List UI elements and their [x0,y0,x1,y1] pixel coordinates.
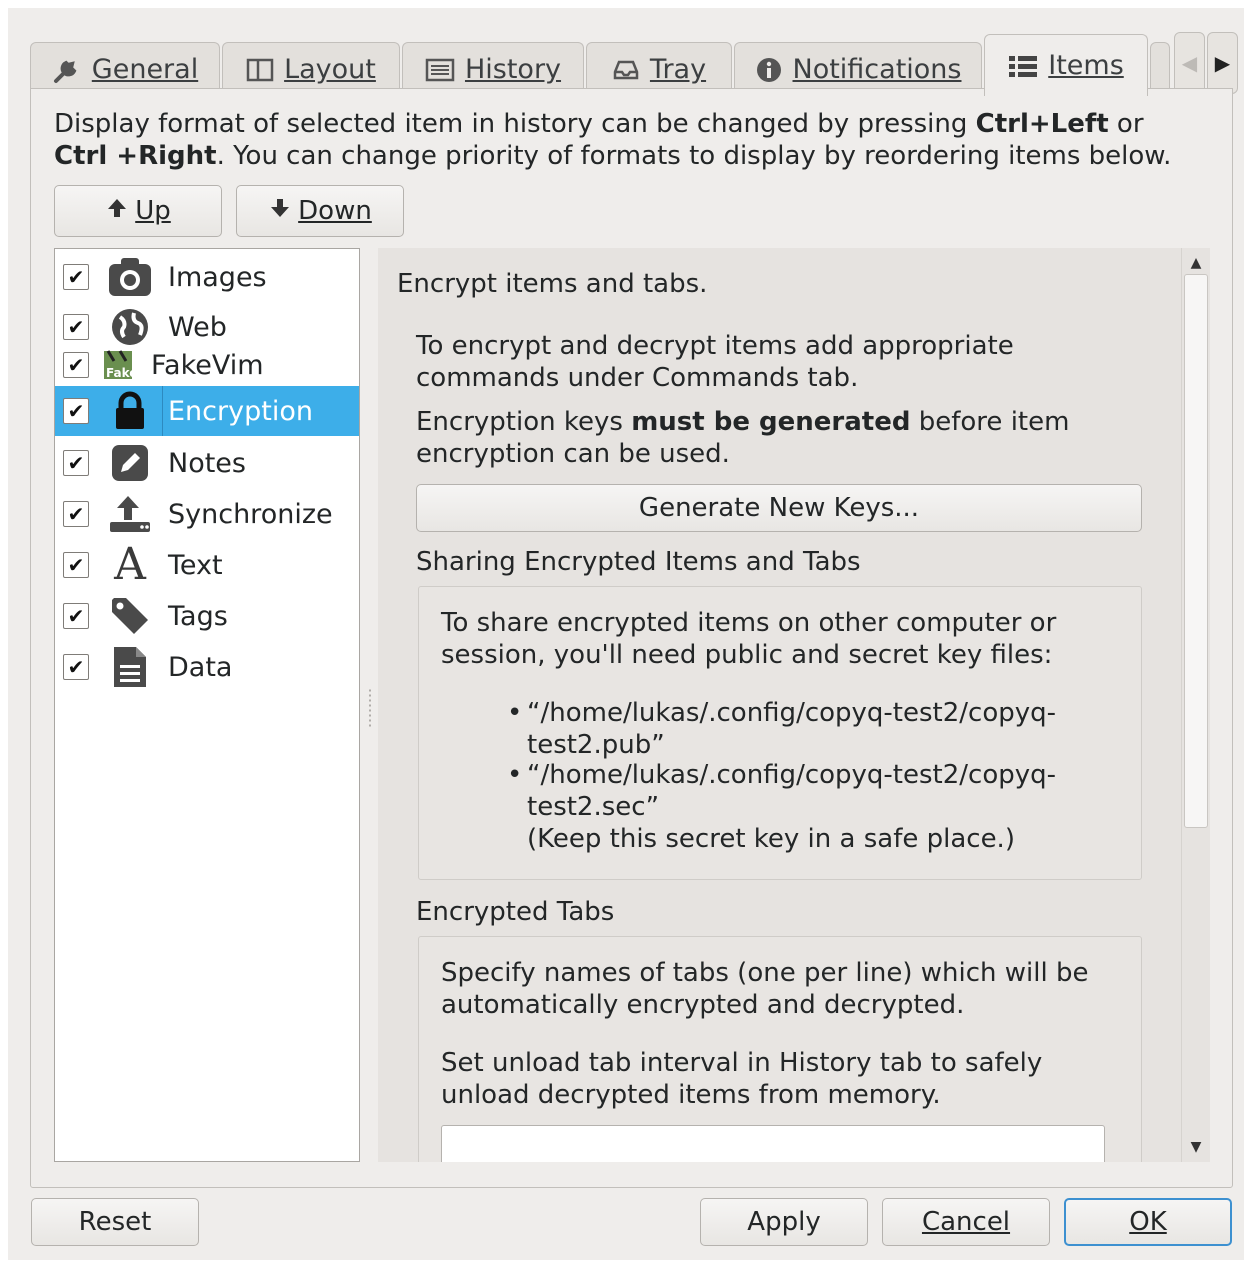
arrow-up-icon [105,196,129,227]
sec-key-path: • “/home/lukas/.config/copyq-test2/copyq-… [507,760,1057,822]
sharing-text: To share encrypted items on other comput… [441,608,1057,670]
encryption-info: To encrypt and decrypt items add appropr… [416,331,1014,393]
cancel-button[interactable]: Cancel [882,1198,1050,1246]
tab-bar: General Layout History Tray Notification… [30,34,1245,96]
list-item-text[interactable]: ✔ A Text [55,540,359,590]
tab-scroll-left-button[interactable]: ◀ [1174,32,1205,94]
list-item-images[interactable]: ✔ Images [55,252,359,302]
tags-checkbox[interactable]: ✔ [63,603,89,629]
move-up-button[interactable]: Up [54,185,222,237]
list-item-synchronize[interactable]: ✔ Synchronize [55,489,359,539]
web-checkbox[interactable]: ✔ [63,314,89,340]
svg-text:Fake: Fake [106,366,137,380]
splitter-handle[interactable] [368,688,372,728]
history-icon [425,58,455,82]
scroll-down-arrow[interactable]: ▼ [1182,1132,1210,1162]
encrypted-tabs-input[interactable] [441,1125,1105,1162]
arrow-down-icon [268,196,292,227]
list-item-fakevim[interactable]: ✔ Fake FakeVim [55,345,359,385]
sharing-title: Sharing Encrypted Items and Tabs [416,547,861,577]
encryption-checkbox[interactable]: ✔ [63,398,89,424]
generate-keys-button[interactable]: Generate New Keys... [416,484,1142,532]
list-item-encryption[interactable]: ✔ Encryption [55,386,359,436]
plugin-list[interactable]: ✔ Images ✔ Web ✔ Fake FakeVim ✔ Encrypti… [54,248,360,1162]
pub-key-path: • “/home/lukas/.config/copyq-test2/copyq-… [507,698,1057,760]
move-down-button[interactable]: Down [236,185,404,237]
encryption-settings-pane: Encrypt items and tabs. To encrypt and d… [378,248,1210,1162]
data-checkbox[interactable]: ✔ [63,654,89,680]
tab-scroll-right-button[interactable]: ▶ [1207,32,1238,94]
text-icon: A [114,539,146,590]
lock-icon [107,388,153,434]
tab-scroll-arrows: ◀ ▶ [1174,32,1238,94]
tray-icon [612,58,640,82]
tag-icon [107,593,153,639]
synchronize-checkbox[interactable]: ✔ [63,501,89,527]
text-checkbox[interactable]: ✔ [63,552,89,578]
encryption-title: Encrypt items and tabs. [397,269,708,299]
list-item-notes[interactable]: ✔ Notes [55,438,359,488]
list-item-tags[interactable]: ✔ Tags [55,591,359,641]
list-item-data[interactable]: ✔ Data [55,642,359,692]
document-icon [107,644,153,690]
fakevim-icon: Fake [99,345,139,385]
globe-icon [107,304,153,350]
notes-checkbox[interactable]: ✔ [63,450,89,476]
encryption-keys-info: Encryption keys must be generated before… [416,407,1070,469]
fakevim-checkbox[interactable]: ✔ [63,352,89,378]
camera-icon [107,254,153,300]
preferences-dialog: General Layout History Tray Notification… [8,8,1244,1260]
items-description: Display format of selected item in histo… [54,109,1172,171]
apply-button[interactable]: Apply [700,1198,868,1246]
wrench-icon [52,55,82,85]
encrypted-tabs-text: Specify names of tabs (one per line) whi… [441,958,1089,1020]
images-checkbox[interactable]: ✔ [63,264,89,290]
upload-icon [107,491,153,537]
pencil-icon [107,440,153,486]
scrollbar-thumb[interactable] [1184,274,1208,828]
tab-items[interactable]: Items [984,34,1148,96]
layout-icon [246,57,274,83]
reset-button[interactable]: Reset [31,1198,199,1246]
list-icon [1008,54,1038,78]
sharing-group: To share encrypted items on other comput… [418,586,1142,880]
encrypted-tabs-title: Encrypted Tabs [416,897,615,927]
pane-scrollbar[interactable]: ▲ ▼ [1181,248,1210,1162]
encrypted-tabs-group: Specify names of tabs (one per line) whi… [418,936,1142,1162]
sec-key-note: (Keep this secret key in a safe place.) [527,824,1015,854]
ok-button[interactable]: OK [1064,1198,1232,1246]
info-icon [755,56,783,84]
unload-interval-text: Set unload tab interval in History tab t… [441,1048,1043,1110]
